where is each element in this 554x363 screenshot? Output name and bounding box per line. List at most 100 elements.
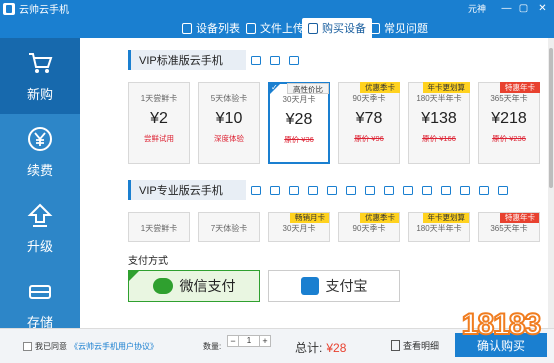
card-standard-1day[interactable]: 1天尝鲜卡 ¥2 尝鲜试用	[128, 82, 190, 164]
card-pro-30day[interactable]: 畅销月卡 30天月卡	[268, 212, 330, 242]
card-note: 深度体验	[214, 134, 244, 143]
card-name: 5天体验卡	[210, 94, 248, 103]
scan-icon[interactable]	[403, 186, 413, 195]
scrollbar[interactable]	[548, 38, 554, 328]
total: 总计: ¥28	[295, 339, 346, 356]
total-amount: ¥28	[326, 341, 347, 355]
wechat-icon	[152, 278, 173, 294]
tab-buy-device[interactable]: 购买设备	[302, 18, 372, 38]
agreement: 我已同意 《云帅云手机用户协议》	[23, 341, 158, 352]
card-name: 90天季卡	[352, 224, 386, 233]
view-detail-button[interactable]: 查看明细	[391, 339, 439, 352]
tab-label: 设备列表	[196, 23, 240, 35]
card-tag: 优惠季卡	[360, 82, 400, 93]
agreement-link[interactable]: 《云帅云手机用户协议》	[70, 341, 158, 352]
card-original-price: 原价 ¥166	[422, 134, 456, 143]
photo-icon[interactable]	[441, 186, 451, 195]
card-standard-30day[interactable]: ✓ 高性价比 30天月卡 ¥28 原价 ¥36	[268, 82, 330, 164]
link-icon[interactable]	[460, 186, 470, 195]
card-pro-365day[interactable]: 特惠年卡 365天年卡	[478, 212, 540, 242]
quantity-plus-button[interactable]: +	[259, 335, 271, 347]
card-tag: 特惠年卡	[500, 82, 540, 93]
tab-label: 文件上传	[260, 23, 304, 35]
close-button[interactable]: ✕	[536, 2, 549, 15]
list-icon[interactable]	[498, 186, 508, 195]
device-icon[interactable]	[479, 186, 489, 195]
card-tag: 高性价比	[287, 83, 329, 94]
folder-icon[interactable]	[270, 186, 280, 195]
card-original-price: 原价 ¥236	[492, 134, 526, 143]
card-pro-7day[interactable]: 7天体验卡	[198, 212, 260, 242]
agree-label: 我已同意	[35, 342, 67, 351]
card-pro-90day[interactable]: 优惠季卡 90天季卡	[338, 212, 400, 242]
payment-label: 支付方式	[128, 256, 168, 267]
keyboard-icon[interactable]	[251, 56, 261, 65]
card-pro-180day[interactable]: 年卡更划算 180天半年卡	[408, 212, 470, 242]
top-nav: 设备列表 文件上传 购买设备 常见问题	[0, 17, 554, 38]
card-name: 180天半年卡	[416, 94, 462, 103]
tab-faq[interactable]: 常见问题	[364, 18, 434, 38]
plugin-icon[interactable]	[327, 186, 337, 195]
up-arrow-icon	[27, 203, 53, 227]
sidebar-item-label: 升级	[26, 238, 53, 254]
sidebar-item-label: 新购	[26, 86, 53, 102]
card-price: ¥28	[285, 111, 313, 128]
maximize-button[interactable]: ▢	[517, 2, 530, 15]
sidebar: 新购 续费 升级 存储	[0, 38, 80, 363]
cart-icon	[29, 52, 53, 73]
scrollbar-thumb[interactable]	[549, 48, 553, 188]
puzzle-icon[interactable]	[346, 186, 356, 195]
wechat-pay-button[interactable]: 微信支付	[128, 270, 260, 302]
document-icon	[391, 340, 400, 351]
quantity-minus-button[interactable]: −	[227, 335, 239, 347]
screen-icon[interactable]	[289, 186, 299, 195]
tab-file-upload[interactable]: 文件上传	[240, 18, 310, 38]
user-name[interactable]: 元神	[468, 2, 486, 15]
card-standard-90day[interactable]: 优惠季卡 90天季卡 ¥78 原价 ¥96	[338, 82, 400, 164]
keyboard-icon[interactable]	[251, 186, 261, 195]
card-name: 7天体验卡	[210, 224, 248, 233]
alipay-button[interactable]: 支付宝	[268, 270, 400, 302]
quantity-input[interactable]: 1	[239, 335, 259, 347]
tab-label: 购买设备	[322, 23, 366, 35]
card-original-price: 原价 ¥96	[354, 134, 384, 143]
card-price: ¥218	[491, 110, 527, 127]
yen-icon	[28, 126, 52, 151]
watermark-logo: 18183	[461, 307, 542, 342]
section-pro-icons	[251, 186, 508, 195]
sidebar-item-renew[interactable]: 续费	[0, 114, 80, 190]
question-icon	[370, 22, 380, 34]
app-logo-icon	[3, 2, 15, 15]
view-detail-label: 查看明细	[403, 341, 440, 351]
section-standard-icons	[251, 56, 299, 65]
card-pro-1day[interactable]: 1天尝鲜卡	[128, 212, 190, 242]
storage-icon	[29, 284, 51, 299]
card-standard-180day[interactable]: 年卡更划算 180天半年卡 ¥138 原价 ¥166	[408, 82, 470, 164]
card-price: ¥78	[355, 110, 383, 127]
quantity-stepper: − 1 +	[227, 335, 271, 349]
card-tag: 优惠季卡	[360, 213, 399, 223]
card-standard-365day[interactable]: 特惠年卡 365天年卡 ¥218 原价 ¥236	[478, 82, 540, 164]
settings-icon[interactable]	[365, 186, 375, 195]
card-name: 1天尝鲜卡	[140, 94, 178, 103]
card-standard-5day[interactable]: 5天体验卡 ¥10 深度体验	[198, 82, 260, 164]
tab-device-list[interactable]: 设备列表	[176, 18, 246, 38]
card-name: 1天尝鲜卡	[140, 224, 178, 233]
sidebar-item-new[interactable]: 新购	[0, 38, 80, 114]
minimize-button[interactable]: —	[500, 2, 513, 15]
check-icon: ✓	[271, 83, 278, 92]
agree-checkbox[interactable]	[23, 342, 32, 351]
phone-icon[interactable]	[308, 186, 318, 195]
title-bar: 云帅云手机 元神 — ▢ ✕	[0, 0, 554, 17]
folder-icon[interactable]	[270, 56, 280, 65]
card-price: ¥138	[421, 110, 457, 127]
screen-icon[interactable]	[289, 56, 299, 65]
card-name: 365天年卡	[490, 94, 528, 103]
card-name: 365天年卡	[490, 224, 528, 233]
cart-icon	[308, 22, 318, 34]
sidebar-item-upgrade[interactable]: 升级	[0, 190, 80, 266]
grid-icon[interactable]	[422, 186, 432, 195]
location-icon[interactable]	[384, 186, 394, 195]
section-title-text: VIP专业版云手机	[139, 185, 223, 197]
wechat-pay-label: 微信支付	[179, 278, 236, 294]
